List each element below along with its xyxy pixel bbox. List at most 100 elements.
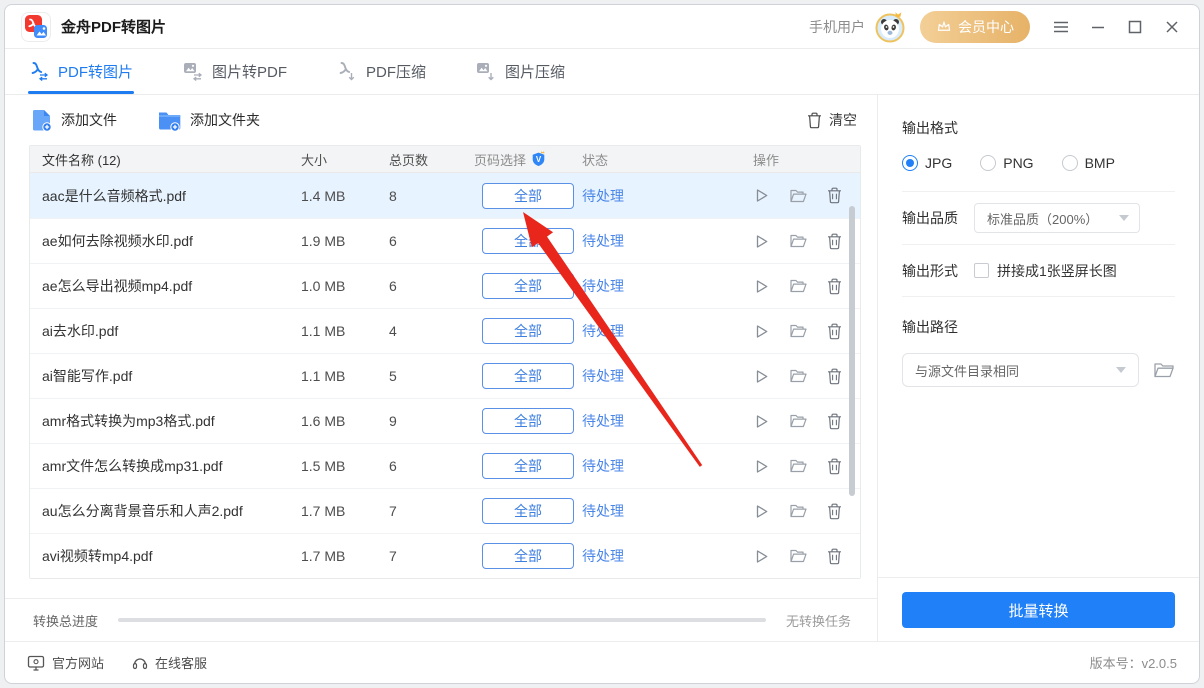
- open-folder-icon[interactable]: [789, 548, 808, 564]
- play-convert-icon[interactable]: [753, 278, 770, 295]
- batch-convert-button[interactable]: 批量转换: [902, 592, 1175, 628]
- file-name: amr格式转换为mp3格式.pdf: [30, 411, 301, 431]
- official-site-link[interactable]: 官方网站: [27, 653, 104, 672]
- stitch-long-image-checkbox[interactable]: 拼接成1张竖屏长图: [974, 261, 1117, 281]
- add-folder-label: 添加文件夹: [190, 110, 260, 130]
- play-convert-icon[interactable]: [753, 233, 770, 250]
- output-form-label: 输出形式: [902, 261, 958, 281]
- delete-file-icon[interactable]: [827, 503, 842, 520]
- header-status: 状态: [582, 150, 741, 169]
- table-row[interactable]: amr文件怎么转换成mp31.pdf 1.5 MB 6 全部 待处理: [30, 443, 860, 488]
- play-convert-icon[interactable]: [753, 458, 770, 475]
- open-folder-icon[interactable]: [789, 503, 808, 519]
- tab-pdf-to-image[interactable]: PDF转图片: [29, 49, 133, 94]
- file-size: 1.1 MB: [301, 323, 389, 339]
- radio-jpg[interactable]: JPG: [902, 155, 952, 171]
- play-convert-icon[interactable]: [753, 323, 770, 340]
- online-support-link[interactable]: 在线客服: [132, 653, 207, 672]
- delete-file-icon[interactable]: [827, 187, 842, 204]
- delete-file-icon[interactable]: [827, 458, 842, 475]
- clear-list-button[interactable]: 清空: [807, 110, 857, 130]
- play-convert-icon[interactable]: [753, 503, 770, 520]
- page-select-button[interactable]: 全部: [482, 543, 574, 569]
- page-select-button[interactable]: 全部: [482, 228, 574, 254]
- tab-label: 图片压缩: [505, 61, 565, 82]
- image-compress-icon: [476, 62, 496, 81]
- table-row[interactable]: amr格式转换为mp3格式.pdf 1.6 MB 9 全部 待处理: [30, 398, 860, 443]
- settings-panel: 输出格式 JPG PNG BMP 输出品质 标准品质（200%） 输出形式: [877, 95, 1199, 641]
- user-avatar[interactable]: [874, 11, 906, 43]
- vip-center-button[interactable]: 会员中心: [920, 11, 1030, 43]
- header-ops: 操作: [741, 150, 860, 169]
- tab-label: 图片转PDF: [212, 61, 287, 82]
- table-row[interactable]: ae如何去除视频水印.pdf 1.9 MB 6 全部 待处理: [30, 218, 860, 263]
- file-size: 1.7 MB: [301, 548, 389, 564]
- page-select-button[interactable]: 全部: [482, 453, 574, 479]
- tab-label: PDF压缩: [366, 61, 426, 82]
- page-select-button[interactable]: 全部: [482, 498, 574, 524]
- browse-folder-icon[interactable]: [1153, 361, 1175, 379]
- menu-icon[interactable]: [1052, 18, 1070, 36]
- file-name: ai去水印.pdf: [30, 321, 301, 341]
- tab-bar: PDF转图片 图片转PDF PD: [5, 49, 1199, 95]
- crown-icon: [936, 20, 952, 33]
- play-convert-icon[interactable]: [753, 548, 770, 565]
- app-title: 金舟PDF转图片: [61, 16, 166, 37]
- tab-pdf-compress[interactable]: PDF压缩: [337, 49, 426, 94]
- play-convert-icon[interactable]: [753, 187, 770, 204]
- file-name: amr文件怎么转换成mp31.pdf: [30, 456, 301, 476]
- table-scrollbar[interactable]: [849, 206, 855, 496]
- output-path-select[interactable]: 与源文件目录相同: [902, 353, 1139, 387]
- delete-file-icon[interactable]: [827, 323, 842, 340]
- table-row[interactable]: au怎么分离背景音乐和人声2.pdf 1.7 MB 7 全部 待处理: [30, 488, 860, 533]
- table-row[interactable]: aac是什么音频格式.pdf 1.4 MB 8 全部 待处理: [30, 173, 860, 218]
- user-name[interactable]: 手机用户: [809, 17, 865, 37]
- open-folder-icon[interactable]: [789, 278, 808, 294]
- checkbox-box: [974, 263, 989, 278]
- table-row[interactable]: ai智能写作.pdf 1.1 MB 5 全部 待处理: [30, 353, 860, 398]
- page-select-button[interactable]: 全部: [482, 318, 574, 344]
- official-site-label: 官方网站: [52, 653, 104, 672]
- file-name: ae怎么导出视频mp4.pdf: [30, 276, 301, 296]
- open-folder-icon[interactable]: [789, 458, 808, 474]
- file-size: 1.6 MB: [301, 413, 389, 429]
- file-pages: 6: [389, 458, 474, 474]
- page-select-button[interactable]: 全部: [482, 183, 574, 209]
- page-select-button[interactable]: 全部: [482, 273, 574, 299]
- radio-dot: [980, 155, 996, 171]
- open-folder-icon[interactable]: [789, 368, 808, 384]
- page-select-button[interactable]: 全部: [482, 408, 574, 434]
- delete-file-icon[interactable]: [827, 233, 842, 250]
- table-row[interactable]: avi视频转mp4.pdf 1.7 MB 7 全部 待处理: [30, 533, 860, 578]
- open-folder-icon[interactable]: [789, 413, 808, 429]
- open-folder-icon[interactable]: [789, 188, 808, 204]
- play-convert-icon[interactable]: [753, 368, 770, 385]
- add-folder-button[interactable]: 添加文件夹: [157, 109, 260, 132]
- delete-file-icon[interactable]: [827, 413, 842, 430]
- page-select-button[interactable]: 全部: [482, 363, 574, 389]
- tab-image-to-pdf[interactable]: 图片转PDF: [183, 49, 287, 94]
- minimize-button[interactable]: [1089, 18, 1107, 36]
- radio-png[interactable]: PNG: [980, 155, 1033, 171]
- file-size: 1.1 MB: [301, 368, 389, 384]
- maximize-button[interactable]: [1126, 18, 1144, 36]
- tab-image-compress[interactable]: 图片压缩: [476, 49, 565, 94]
- delete-file-icon[interactable]: [827, 278, 842, 295]
- close-button[interactable]: [1163, 18, 1181, 36]
- file-pages: 7: [389, 503, 474, 519]
- open-folder-icon[interactable]: [789, 233, 808, 249]
- table-row[interactable]: ai去水印.pdf 1.1 MB 4 全部 待处理: [30, 308, 860, 353]
- add-folder-icon: [157, 109, 182, 132]
- delete-file-icon[interactable]: [827, 368, 842, 385]
- table-row[interactable]: ae怎么导出视频mp4.pdf 1.0 MB 6 全部 待处理: [30, 263, 860, 308]
- file-pages: 7: [389, 548, 474, 564]
- add-file-button[interactable]: 添加文件: [31, 108, 117, 132]
- open-folder-icon[interactable]: [789, 323, 808, 339]
- radio-bmp[interactable]: BMP: [1062, 155, 1115, 171]
- output-quality-select[interactable]: 标准品质（200%）: [974, 203, 1140, 233]
- delete-file-icon[interactable]: [827, 548, 842, 565]
- play-convert-icon[interactable]: [753, 413, 770, 430]
- pdf-swap-icon: [29, 62, 49, 81]
- radio-label: JPG: [925, 155, 952, 171]
- add-file-label: 添加文件: [61, 110, 117, 130]
